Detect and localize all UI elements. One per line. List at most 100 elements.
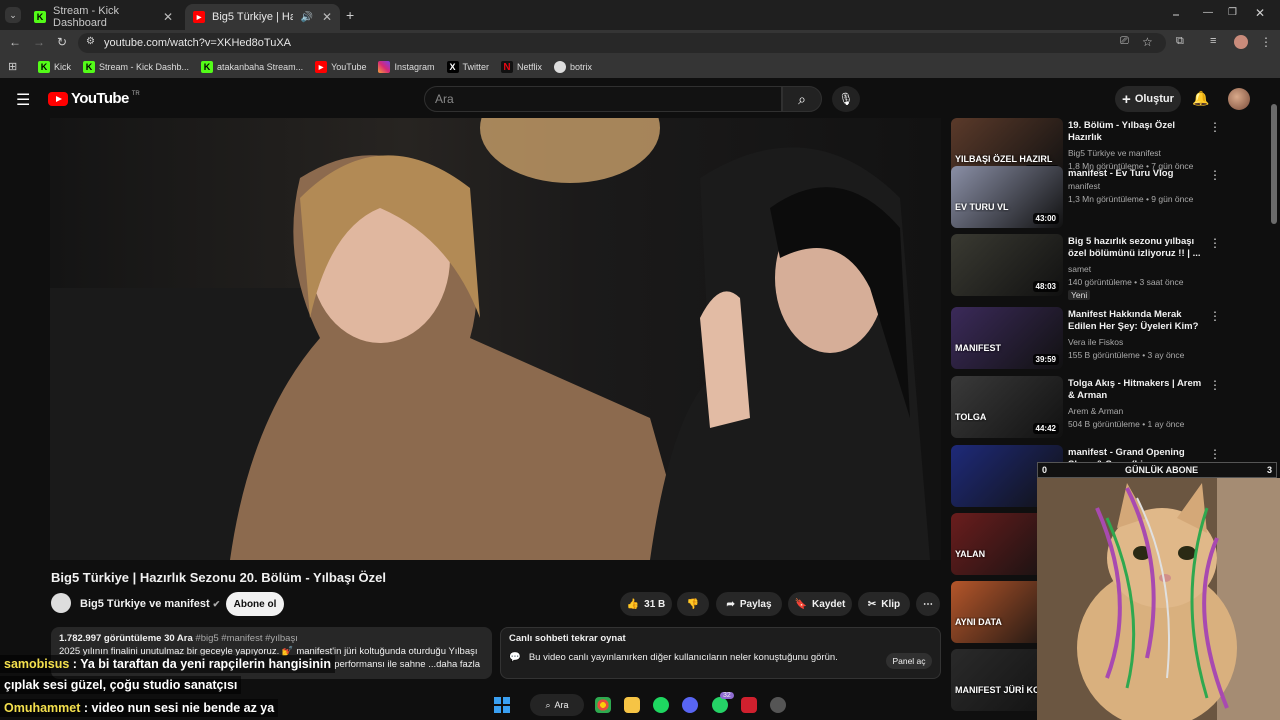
- recommendation-item[interactable]: EV TURU VL 43:00 manifest - Ev Turu Vlog ma…: [951, 166, 1251, 228]
- minimize-icon[interactable]: ⎯: [1173, 7, 1179, 22]
- recommendation-title[interactable]: Manifest Hakkında Merak Edilen Her Şey: …: [1068, 309, 1208, 335]
- tab-search-icon[interactable]: ⌄: [5, 7, 21, 23]
- thumbnail-text: MANIFEST: [955, 343, 1001, 353]
- video-thumbnail[interactable]: 48:03: [951, 234, 1063, 296]
- notifications-bell-icon[interactable]: 🔔: [1192, 90, 1209, 107]
- recommendation-channel[interactable]: Vera ile Fiskos: [1068, 337, 1123, 347]
- dislike-button[interactable]: 👎: [677, 592, 709, 616]
- clip-button[interactable]: ✂ Klip: [858, 592, 910, 616]
- recommendation-channel[interactable]: Arem & Arman: [1068, 406, 1123, 416]
- spotify-icon[interactable]: [653, 697, 669, 713]
- window-close-button[interactable]: ✕: [1255, 6, 1265, 20]
- apps-grid-icon[interactable]: ⊞: [8, 60, 17, 73]
- create-button[interactable]: + Oluştur: [1115, 86, 1181, 112]
- more-options-icon[interactable]: ⋮: [1209, 120, 1221, 134]
- video-thumbnail[interactable]: TOLGA 44:42: [951, 376, 1063, 438]
- netflix-icon: N: [501, 61, 514, 73]
- address-bar[interactable]: ⚙ youtube.com/watch?v=XKHed8oTuXA: [78, 33, 1166, 53]
- youtube-logo[interactable]: YouTube TR: [48, 90, 140, 107]
- obs-taskbar-icon[interactable]: [770, 697, 786, 713]
- recommendation-channel[interactable]: samet: [1068, 264, 1091, 274]
- video-thumbnail[interactable]: EV TURU VL 43:00: [951, 166, 1063, 228]
- window-restore-button[interactable]: ❐: [1228, 7, 1237, 18]
- recommendation-title[interactable]: 19. Bölüm - Yılbaşı Özel Hazırlık: [1068, 120, 1208, 144]
- reload-icon[interactable]: ↻: [57, 35, 67, 49]
- create-label: Oluştur: [1134, 93, 1174, 105]
- bookmarks-bar: ⊞ K Kick K Stream - Kick Dashb... Katakanb…: [0, 56, 1280, 78]
- more-options-icon[interactable]: ⋮: [1209, 309, 1221, 323]
- audio-playing-icon[interactable]: 🔊: [300, 12, 312, 23]
- recommendation-item[interactable]: TOLGA 44:42 Tolga Akış - Hitmakers | Arem …: [951, 376, 1251, 438]
- new-tab-button[interactable]: +: [346, 7, 354, 23]
- video-title: Big5 Türkiye | Hazırlık Sezonu 20. Bölüm…: [51, 570, 386, 585]
- subscribe-button[interactable]: Abone ol: [226, 592, 284, 616]
- recommendation-title[interactable]: Tolga Akış - Hitmakers | Arem & Arman: [1068, 378, 1208, 402]
- bookmark-twitter[interactable]: X Twitter: [446, 61, 489, 73]
- discord-icon[interactable]: [682, 697, 698, 713]
- bookmark-instagram[interactable]: Instagram: [378, 61, 435, 73]
- instagram-icon: [378, 61, 391, 73]
- bookmark-netflix[interactable]: N Netflix: [501, 61, 542, 73]
- chrome-menu-icon[interactable]: ⋮: [1260, 35, 1272, 49]
- bookmark-atakanbaha[interactable]: Katakanbaha Stream...: [201, 61, 303, 73]
- bookmark-stream-dashboard[interactable]: K Stream - Kick Dashb...: [83, 61, 189, 73]
- kick-favicon-icon: K: [34, 11, 46, 23]
- notification-badge: 32: [720, 692, 734, 699]
- guide-menu-icon[interactable]: ☰: [16, 90, 30, 110]
- back-icon[interactable]: ←: [9, 35, 21, 49]
- save-label: Kaydet: [812, 598, 846, 610]
- recommendation-item[interactable]: MANIFEST 39:59 Manifest Hakkında Merak Edi…: [951, 307, 1251, 369]
- recommendation-title[interactable]: Big 5 hazırlık sezonu yılbaşı özel bölüm…: [1068, 236, 1208, 260]
- search-button[interactable]: ⌕: [782, 86, 822, 112]
- whatsapp-icon[interactable]: [712, 697, 728, 713]
- bookmark-label: Kick: [54, 62, 72, 72]
- video-player[interactable]: [50, 118, 941, 560]
- channel-name[interactable]: Big5 Türkiye ve manifest ✔: [80, 598, 220, 610]
- voice-search-button[interactable]: 🎙: [832, 86, 860, 112]
- taskbar-search[interactable]: ⌕ Ara: [530, 694, 584, 716]
- save-button[interactable]: 🔖 Kaydet: [788, 592, 852, 616]
- file-explorer-icon[interactable]: [624, 697, 640, 713]
- close-tab-icon[interactable]: ✕: [322, 10, 332, 24]
- bookmark-botrix[interactable]: botrix: [554, 61, 592, 73]
- chat-replay-text: Bu video canlı yayınlanırken diğer kulla…: [528, 652, 838, 663]
- bookmark-kick[interactable]: K Kick: [38, 61, 71, 73]
- extensions-icon[interactable]: ⧉: [1176, 35, 1184, 48]
- tab-big5-video[interactable]: ▶ Big5 Türkiye | Hazırlık Sezo 🔊 ✕: [185, 4, 340, 30]
- open-panel-button[interactable]: Panel aç: [886, 653, 932, 669]
- video-duration: 48:03: [1032, 281, 1059, 292]
- more-options-icon[interactable]: ⋮: [1209, 236, 1221, 250]
- bookmark-star-icon[interactable]: ☆: [1142, 35, 1153, 49]
- page-scrollbar[interactable]: [1271, 104, 1277, 224]
- more-options-icon[interactable]: ⋮: [1209, 447, 1221, 461]
- more-actions-button[interactable]: ⋯: [916, 592, 940, 616]
- windows-start-icon[interactable]: [494, 697, 510, 713]
- more-options-icon[interactable]: ⋮: [1209, 168, 1221, 182]
- recommendation-title[interactable]: manifest - Ev Turu Vlog: [1068, 168, 1208, 180]
- reading-list-icon[interactable]: ≡: [1210, 35, 1216, 47]
- chrome-taskbar-icon[interactable]: [595, 697, 611, 713]
- recommendation-channel[interactable]: Big5 Türkiye ve manifest: [1068, 148, 1161, 158]
- bookmark-label: Netflix: [517, 62, 543, 72]
- cast-icon[interactable]: ⎚: [1120, 35, 1129, 48]
- video-thumbnail[interactable]: MANIFEST 39:59: [951, 307, 1063, 369]
- app-taskbar-icon[interactable]: [741, 697, 757, 713]
- thumbnail-text: YILBAŞI ÖZEL HAZIRL: [955, 154, 1053, 164]
- recommendation-item[interactable]: 48:03 Big 5 hazırlık sezonu yılbaşı özel …: [951, 234, 1251, 300]
- profile-avatar[interactable]: [1234, 35, 1248, 49]
- search-input[interactable]: Ara: [424, 86, 782, 112]
- account-avatar[interactable]: [1228, 88, 1250, 110]
- tab-kick-dashboard[interactable]: K Stream - Kick Dashboard ✕: [26, 4, 181, 30]
- channel-avatar[interactable]: [51, 593, 71, 613]
- chat-username: samobisus: [4, 657, 70, 671]
- like-count: 31 B: [644, 598, 666, 610]
- forward-icon[interactable]: →: [33, 35, 45, 49]
- like-button[interactable]: 👍 31 B: [620, 592, 672, 616]
- recommendation-channel[interactable]: manifest: [1068, 181, 1100, 191]
- share-button[interactable]: ➦ Paylaş: [716, 592, 782, 616]
- bookmark-youtube[interactable]: ▶ YouTube: [315, 61, 366, 73]
- close-tab-icon[interactable]: ✕: [163, 10, 173, 24]
- site-info-icon[interactable]: ⚙: [86, 36, 95, 47]
- window-minimize-button[interactable]: —: [1203, 7, 1213, 18]
- more-options-icon[interactable]: ⋮: [1209, 378, 1221, 392]
